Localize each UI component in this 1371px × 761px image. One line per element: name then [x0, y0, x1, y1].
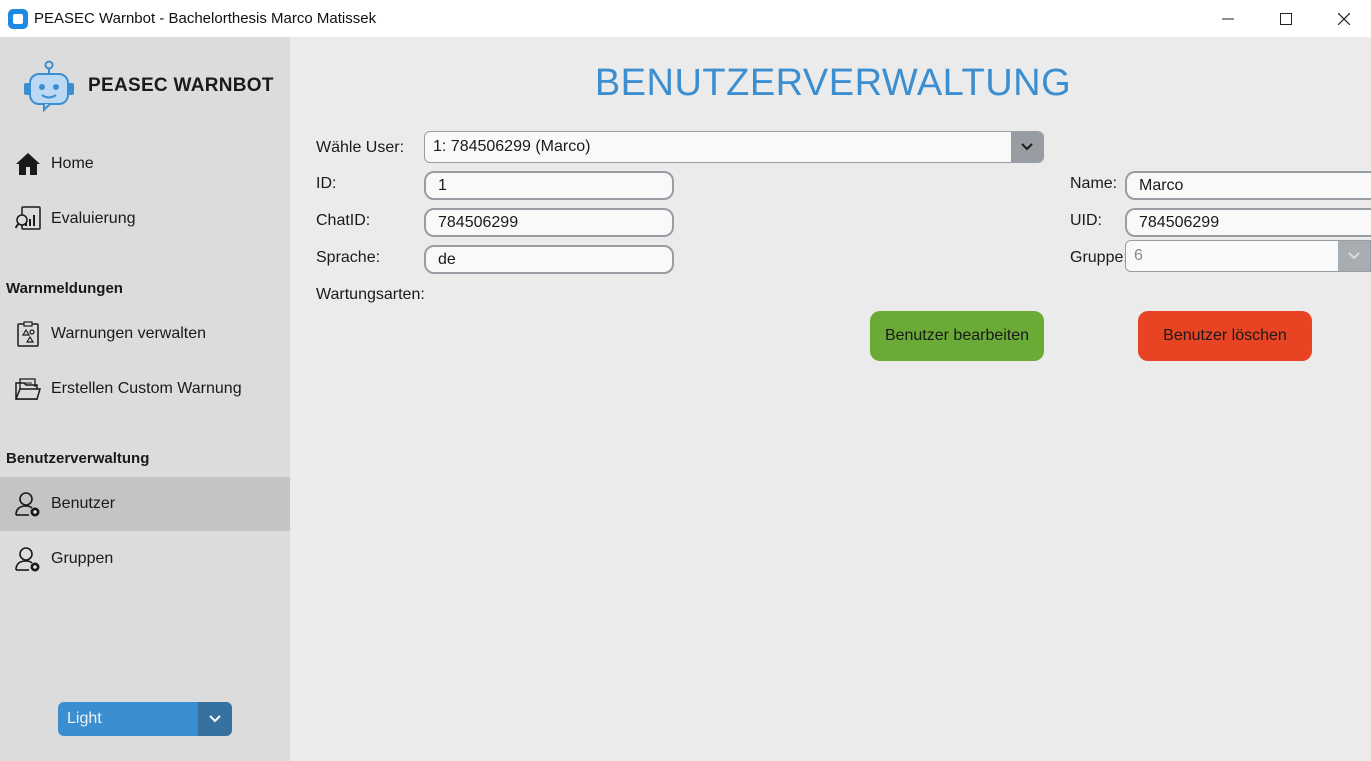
uid-label: UID:	[1070, 212, 1102, 229]
close-icon	[1338, 12, 1350, 25]
theme-select-value: Light	[67, 710, 102, 727]
group-value: 6	[1134, 247, 1143, 264]
evaluation-icon	[14, 205, 42, 233]
sidebar-item-home[interactable]: Home	[0, 137, 290, 191]
delete-user-button[interactable]: Benutzer löschen	[1138, 311, 1312, 361]
sidebar-item-custom-warnung[interactable]: Erstellen Custom Warnung	[0, 362, 290, 416]
id-field[interactable]: 1	[424, 171, 674, 200]
sidebar-item-label: Home	[51, 155, 94, 172]
sidebar-item-warnungen-verwalten[interactable]: Warnungen verwalten	[0, 307, 290, 361]
theme-select[interactable]: Light	[58, 702, 232, 736]
robot-logo-icon	[24, 60, 74, 113]
group-label: Gruppe:	[1070, 249, 1128, 266]
page-title: BENUTZERVERWALTUNG	[594, 62, 1072, 104]
sidebar-item-gruppen[interactable]: Gruppen	[0, 532, 290, 586]
select-user-value: 1: 784506299 (Marco)	[433, 138, 591, 155]
brand-name: PEASEC WARNBOT	[88, 75, 274, 96]
select-user-combobox[interactable]: 1: 784506299 (Marco)	[424, 131, 1044, 163]
language-label: Sprache:	[316, 249, 381, 266]
sidebar-item-label: Gruppen	[51, 550, 114, 567]
section-title-benutzerverwaltung: Benutzerverwaltung	[6, 450, 150, 467]
chevron-down-icon[interactable]	[198, 702, 232, 736]
app-icon	[8, 8, 28, 29]
name-label: Name:	[1070, 175, 1118, 192]
sidebar-item-label: Evaluierung	[51, 210, 136, 227]
main-content: BENUTZERVERWALTUNG Wähle User: 1: 784506…	[290, 37, 1371, 761]
maximize-icon	[1280, 12, 1292, 25]
user-icon	[14, 490, 42, 518]
chat-id-field[interactable]: 784506299	[424, 208, 674, 237]
sidebar-item-label: Warnungen verwalten	[51, 325, 207, 342]
edit-user-button[interactable]: Benutzer bearbeiten	[870, 311, 1044, 361]
section-title-warnmeldungen: Warnmeldungen	[6, 280, 123, 297]
create-warning-icon	[14, 375, 42, 403]
window-title: PEASEC Warnbot - Bachelorthesis Marco Ma…	[34, 10, 377, 27]
chevron-down-icon[interactable]	[1011, 132, 1043, 162]
sidebar-item-evaluierung[interactable]: Evaluierung	[0, 192, 290, 246]
warnings-icon	[14, 320, 42, 348]
group-icon	[14, 545, 42, 573]
sidebar-item-label: Benutzer	[51, 495, 116, 512]
brand: PEASEC WARNBOT	[22, 59, 274, 113]
title-bar: PEASEC Warnbot - Bachelorthesis Marco Ma…	[0, 0, 1371, 37]
id-label: ID:	[316, 175, 337, 192]
chat-id-label: ChatID:	[316, 212, 371, 229]
close-button[interactable]	[1315, 0, 1371, 37]
language-field[interactable]: de	[424, 245, 674, 274]
group-combobox[interactable]: 6	[1125, 240, 1371, 272]
name-field[interactable]: Marco	[1125, 171, 1371, 200]
warning-types-label: Wartungsarten:	[316, 286, 425, 303]
uid-field[interactable]: 784506299	[1125, 208, 1371, 237]
sidebar-item-benutzer[interactable]: Benutzer	[0, 477, 290, 531]
minimize-button[interactable]	[1199, 0, 1257, 37]
maximize-button[interactable]	[1257, 0, 1315, 37]
select-user-label: Wähle User:	[316, 139, 405, 156]
sidebar-item-label: Erstellen Custom Warnung	[51, 380, 242, 397]
chevron-down-icon[interactable]	[1338, 241, 1370, 271]
sidebar: PEASEC WARNBOT Home Evaluierung Warnmeld…	[0, 37, 290, 761]
home-icon	[14, 150, 42, 178]
minimize-icon	[1222, 18, 1234, 19]
